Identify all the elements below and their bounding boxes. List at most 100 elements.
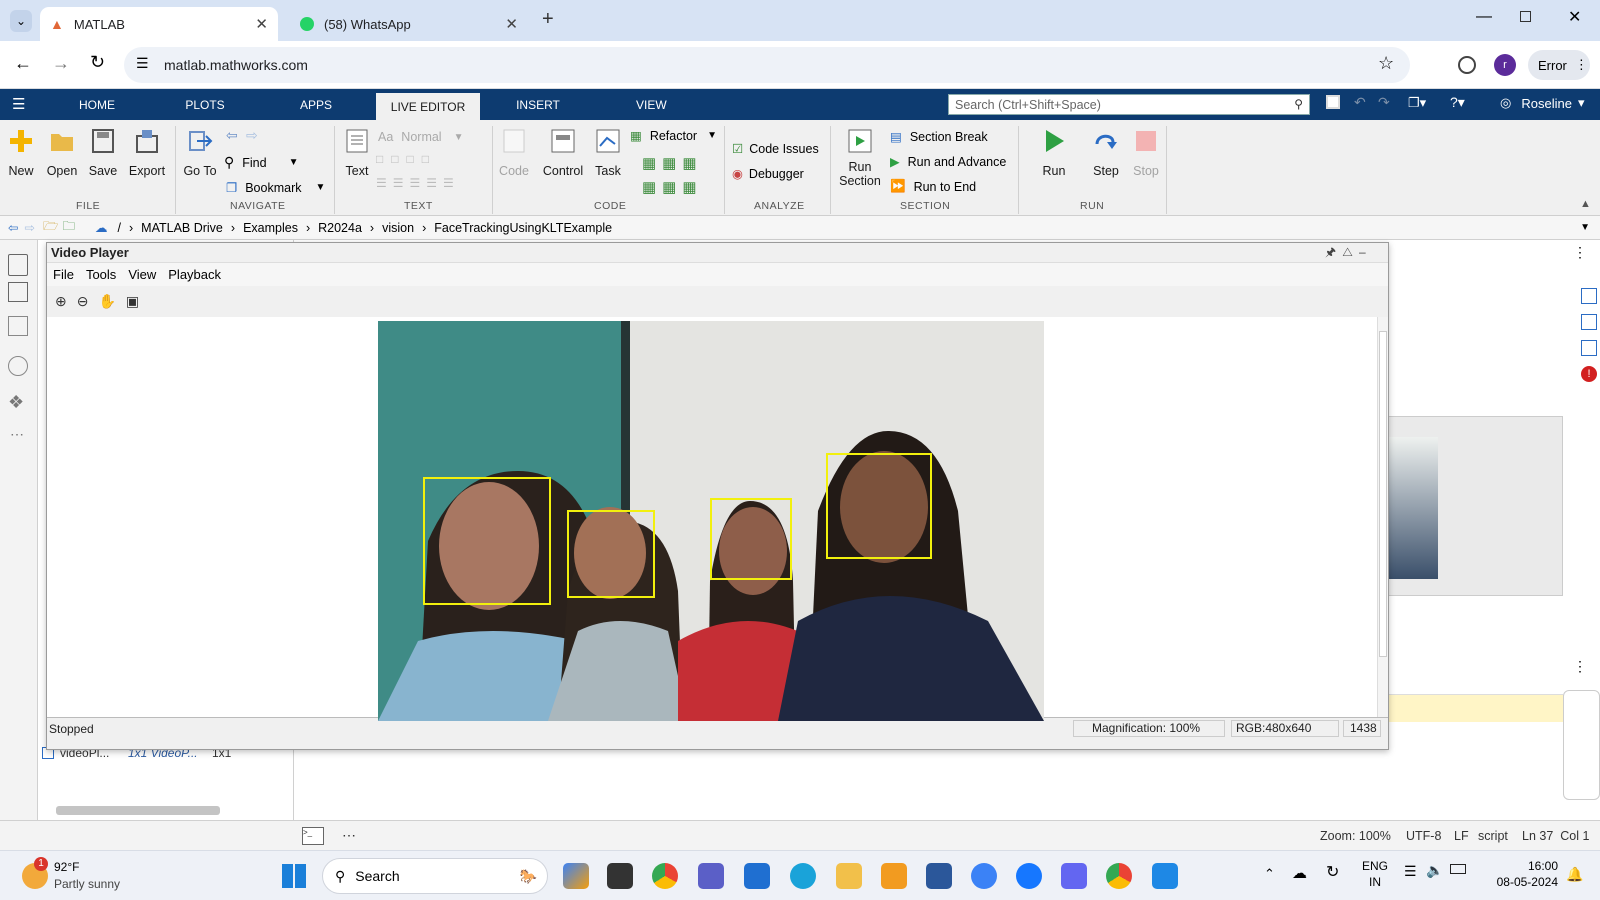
up-folder-icon[interactable]: 🗁 (43, 217, 59, 238)
undo-icon[interactable]: ↶ (1354, 94, 1366, 111)
site-info-icon[interactable]: ☰ (136, 55, 149, 72)
volume-icon[interactable]: 🔈 (1426, 862, 1443, 879)
history-icon[interactable] (8, 356, 28, 376)
extension-icon[interactable] (1458, 56, 1476, 74)
menu-playback[interactable]: Playback (168, 267, 221, 282)
path-seg[interactable]: FaceTrackingUsingKLTExample (434, 221, 612, 235)
fit-to-window-icon[interactable]: ▣ (126, 293, 139, 310)
pin-icon[interactable]: 🖈 (1325, 245, 1342, 259)
zoom-in-icon[interactable]: ⊕ (55, 293, 67, 310)
forward-nav-icon[interactable]: ⇨ (246, 127, 258, 144)
editor-icon[interactable] (8, 316, 28, 336)
addons-icon[interactable]: ❖ (8, 392, 24, 413)
layout-icon[interactable]: ❐▾ (1408, 95, 1426, 111)
messenger-icon[interactable] (1016, 863, 1042, 889)
panel-icon[interactable] (1581, 314, 1597, 330)
run-to-end-button[interactable]: ⏩ Run to End (890, 179, 976, 194)
control-button[interactable]: Control (538, 128, 588, 178)
error-indicator-icon[interactable]: ! (1581, 366, 1597, 382)
save-button[interactable]: Save (86, 128, 120, 178)
taskbar-search[interactable]: ⚲ Search 🐎 (322, 858, 548, 894)
maximize-icon[interactable]: △ (1342, 245, 1359, 259)
export-button[interactable]: Export (126, 128, 168, 178)
show-hidden-icons[interactable]: ⌃ (1264, 866, 1275, 882)
back-nav-icon[interactable]: ⇦ (226, 127, 238, 144)
clock[interactable]: 16:00 08-05-2024 (1496, 858, 1558, 890)
wifi-icon[interactable]: ☰ (1404, 863, 1417, 880)
chrome-profile-icon[interactable] (1106, 863, 1132, 889)
profile-avatar[interactable]: r (1494, 54, 1516, 76)
goto-button[interactable]: Go To (180, 128, 220, 178)
sublime-icon[interactable] (881, 863, 907, 889)
zoom-out-icon[interactable]: ⊖ (77, 293, 89, 310)
redo-icon[interactable]: ↷ (1378, 94, 1390, 111)
battery-icon[interactable] (1450, 864, 1466, 874)
panel-icon[interactable] (1581, 288, 1597, 304)
start-windows-icon[interactable] (282, 864, 306, 888)
refactor-button[interactable]: ▦ Refactor ▼ (630, 128, 717, 144)
path-seg[interactable]: vision (382, 221, 414, 235)
weather-widget[interactable]: 1 92°F Partly sunny (20, 857, 140, 895)
run-button[interactable]: Run (1036, 128, 1072, 178)
reload-icon[interactable]: ↻ (90, 52, 105, 73)
run-section-button[interactable]: Run Section (838, 128, 882, 188)
path-seg[interactable]: R2024a (318, 221, 362, 235)
language-indicator[interactable]: ENG IN (1362, 858, 1388, 890)
more-vert-icon[interactable]: ⋮ (1573, 658, 1587, 675)
onedrive-icon[interactable]: ☁ (1292, 864, 1307, 882)
sync-app-icon[interactable] (971, 863, 997, 889)
bookmark-button[interactable]: ❐ Bookmark ▼ (226, 180, 325, 196)
file-explorer-icon[interactable] (836, 863, 862, 889)
code-issues-button[interactable]: ☑ Code Issues (732, 141, 819, 157)
sync-icon[interactable]: ↻ (1326, 862, 1339, 882)
collapse-ribbon-icon[interactable]: ▲ (1580, 198, 1591, 210)
workspace-scrollbar[interactable] (46, 804, 286, 816)
path-seg[interactable]: Examples (243, 221, 298, 235)
more-icon[interactable]: ⋯ (10, 426, 24, 443)
menu-tools[interactable]: Tools (86, 267, 116, 282)
store-icon[interactable] (744, 863, 770, 889)
find-button[interactable]: ⚲ Find ▼ (224, 154, 299, 171)
text-button[interactable]: Text (340, 128, 374, 178)
restore-button[interactable] (1520, 11, 1531, 22)
address-bar[interactable]: ☰ matlab.mathworks.com ☆ (124, 47, 1410, 83)
minimize-icon[interactable]: – (1359, 245, 1372, 259)
vertical-scrollbar[interactable] (1377, 317, 1388, 717)
path-seg[interactable]: / (118, 221, 121, 235)
menu-file[interactable]: File (53, 267, 74, 282)
more-icon[interactable]: ⋯ (342, 827, 356, 844)
task-button[interactable]: Task (590, 128, 626, 178)
back-folder-icon[interactable]: ⇦ (8, 220, 18, 235)
new-tab-button[interactable]: + (542, 8, 554, 31)
tab-home[interactable]: HOME (68, 89, 126, 120)
save-quick-icon[interactable] (1326, 95, 1340, 109)
matlab-search-input[interactable]: Search (Ctrl+Shift+Space) ⚲ (948, 94, 1310, 115)
minimize-button[interactable]: — (1476, 8, 1492, 26)
section-break-button[interactable]: ▤ Section Break (890, 129, 988, 145)
tab-whatsapp[interactable]: (58) WhatsApp ✕ (290, 7, 528, 41)
bookmark-star-icon[interactable]: ☆ (1378, 53, 1394, 74)
open-button[interactable]: Open (44, 128, 80, 178)
teams-icon[interactable] (698, 863, 724, 889)
close-tab-icon[interactable]: ✕ (255, 15, 268, 33)
run-and-advance-button[interactable]: ▶ Run and Advance (890, 154, 1006, 170)
workspace-icon[interactable] (8, 282, 28, 302)
help-icon[interactable]: ?▾ (1450, 94, 1465, 111)
new-button[interactable]: New (4, 128, 38, 178)
tab-live-editor[interactable]: LIVE EDITOR (376, 93, 480, 120)
command-window-icon[interactable]: >_ (302, 827, 324, 845)
app-icon[interactable] (1061, 863, 1087, 889)
files-icon[interactable] (8, 254, 28, 276)
tab-apps[interactable]: APPS (290, 89, 342, 120)
forward-folder-icon[interactable]: ⇨ (24, 220, 34, 235)
tab-plots[interactable]: PLOTS (176, 89, 234, 120)
user-menu[interactable]: ◎ Roseline ▾ (1500, 95, 1584, 111)
edge-icon[interactable] (790, 863, 816, 889)
chrome-icon[interactable] (652, 863, 678, 889)
vscode-icon[interactable] (1152, 863, 1178, 889)
tab-insert[interactable]: INSERT (508, 89, 568, 120)
error-button[interactable]: Error ⋮ (1528, 50, 1590, 80)
step-button[interactable]: Step (1088, 128, 1124, 178)
back-icon[interactable]: ← (14, 53, 32, 74)
code-tools-icons[interactable]: ▦▦▦ ▦▦▦ (642, 152, 703, 200)
